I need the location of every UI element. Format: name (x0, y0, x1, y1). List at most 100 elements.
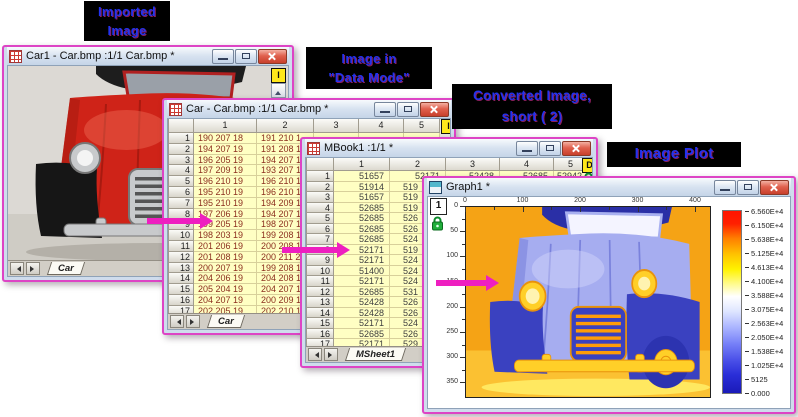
close-button[interactable] (562, 141, 591, 156)
lock-icon[interactable] (431, 216, 444, 231)
column-header[interactable]: 1 (334, 158, 390, 171)
layer-1-button[interactable]: 1 (430, 198, 447, 215)
column-header[interactable]: 2 (390, 158, 446, 171)
row-header[interactable]: 1 (307, 171, 334, 182)
scroll-up-icon[interactable] (271, 83, 286, 98)
data-cell[interactable]: 196 205 19 (194, 155, 257, 166)
color-scale-bar[interactable] (722, 210, 742, 394)
column-header[interactable]: 4 (500, 158, 554, 171)
data-cell[interactable]: 52685 (334, 224, 390, 235)
data-cell[interactable]: 52685 (334, 287, 390, 298)
tab-scroll-right-icon[interactable] (324, 348, 338, 361)
row-header[interactable]: 15 (169, 284, 194, 295)
maximize-button[interactable] (397, 102, 419, 117)
sheet-tab-car[interactable]: Car (47, 262, 85, 275)
close-button[interactable] (760, 180, 789, 195)
row-header[interactable]: 10 (169, 230, 194, 241)
sheet-tab-msheet1[interactable]: MSheet1 (345, 348, 406, 361)
data-cell[interactable]: 51657 (334, 192, 390, 203)
data-cell[interactable]: 51914 (334, 182, 390, 193)
row-header[interactable]: 14 (307, 308, 334, 319)
maximize-button[interactable] (235, 49, 257, 64)
corner-cell[interactable] (307, 158, 334, 171)
data-cell[interactable]: 204 207 19 (194, 295, 257, 306)
tab-scroll-right-icon[interactable] (186, 315, 200, 328)
tab-scroll-left-icon[interactable] (170, 315, 184, 328)
image-mode-icon[interactable]: I (271, 68, 286, 83)
graph-titlebar[interactable]: Graph1 * (427, 178, 791, 196)
mbook-titlebar[interactable]: MBook1 :1/1 * (305, 139, 593, 157)
data-cell[interactable]: 52685 (334, 213, 390, 224)
corner-cell[interactable] (169, 119, 194, 133)
column-header[interactable]: 1 (194, 119, 257, 133)
minimize-button[interactable] (516, 141, 538, 156)
data-cell[interactable]: 52171 (334, 276, 390, 287)
row-header[interactable]: 4 (169, 165, 194, 176)
data-cell[interactable]: 195 210 19 (194, 187, 257, 198)
data-cell[interactable]: 51400 (334, 266, 390, 277)
column-header[interactable]: 3 (446, 158, 500, 171)
row-header[interactable]: 16 (169, 295, 194, 306)
close-button[interactable] (420, 102, 449, 117)
graph-window-icon (429, 181, 442, 194)
row-header[interactable]: 4 (307, 203, 334, 214)
data-cell[interactable]: 52171 (334, 318, 390, 329)
row-header[interactable]: 12 (307, 287, 334, 298)
data-cell[interactable]: 197 209 19 (194, 165, 257, 176)
data-cell[interactable]: 52428 (334, 308, 390, 319)
data-cell[interactable]: 52428 (334, 297, 390, 308)
minimize-button[interactable] (714, 180, 736, 195)
row-header[interactable]: 11 (169, 241, 194, 252)
data-cell[interactable]: 51657 (334, 171, 390, 182)
column-header[interactable]: 5 (404, 119, 440, 133)
data-cell[interactable]: 194 207 19 (194, 144, 257, 155)
row-header[interactable]: 2 (307, 182, 334, 193)
row-header[interactable]: 3 (169, 155, 194, 166)
data-cell[interactable]: 200 207 19 (194, 263, 257, 274)
row-header[interactable]: 14 (169, 273, 194, 284)
data-cell[interactable]: 201 206 19 (194, 241, 257, 252)
data-cell[interactable]: 196 210 19 (194, 176, 257, 187)
row-header[interactable]: 6 (307, 224, 334, 235)
data-cell[interactable]: 198 203 19 (194, 230, 257, 241)
row-header[interactable]: 2 (169, 144, 194, 155)
row-header[interactable]: 5 (169, 176, 194, 187)
close-button[interactable] (258, 49, 287, 64)
minimize-button[interactable] (212, 49, 234, 64)
data-mode-icon[interactable]: D (582, 158, 593, 173)
maximize-button[interactable] (539, 141, 561, 156)
data-cell[interactable]: 52685 (334, 203, 390, 214)
image-plot-area[interactable] (465, 206, 711, 398)
y-tick (460, 206, 465, 207)
data-cell[interactable]: 52685 (334, 329, 390, 340)
data-cell[interactable]: 201 208 19 (194, 252, 257, 263)
row-header[interactable]: 7 (169, 198, 194, 209)
row-header[interactable]: 12 (169, 252, 194, 263)
row-header[interactable]: 13 (307, 297, 334, 308)
data-cell[interactable]: 204 206 19 (194, 273, 257, 284)
image-mode-icon[interactable]: I (441, 119, 451, 134)
tab-scroll-right-icon[interactable] (26, 262, 40, 275)
column-header[interactable]: 3 (314, 119, 359, 133)
row-header[interactable]: 15 (307, 318, 334, 329)
sheet-tab-car[interactable]: Car (207, 315, 245, 328)
maximize-button[interactable] (737, 180, 759, 195)
car-titlebar[interactable]: Car - Car.bmp :1/1 Car.bmp * (167, 100, 451, 118)
column-header[interactable]: 2 (257, 119, 314, 133)
row-header[interactable]: 11 (307, 276, 334, 287)
data-cell[interactable]: 190 207 18 (194, 133, 257, 144)
column-header[interactable]: 4 (359, 119, 404, 133)
row-header[interactable]: 10 (307, 266, 334, 277)
minimize-button[interactable] (374, 102, 396, 117)
row-header[interactable]: 6 (169, 187, 194, 198)
row-header[interactable]: 3 (307, 192, 334, 203)
tab-scroll-left-icon[interactable] (308, 348, 322, 361)
row-header[interactable]: 5 (307, 213, 334, 224)
data-cell[interactable]: 205 204 19 (194, 284, 257, 295)
row-header[interactable]: 1 (169, 133, 194, 144)
car1-titlebar[interactable]: Car1 - Car.bmp :1/1 Car.bmp * (7, 47, 289, 65)
row-header[interactable]: 13 (169, 263, 194, 274)
tab-scroll-left-icon[interactable] (10, 262, 24, 275)
data-cell[interactable]: 195 210 19 (194, 198, 257, 209)
row-header[interactable]: 16 (307, 329, 334, 340)
